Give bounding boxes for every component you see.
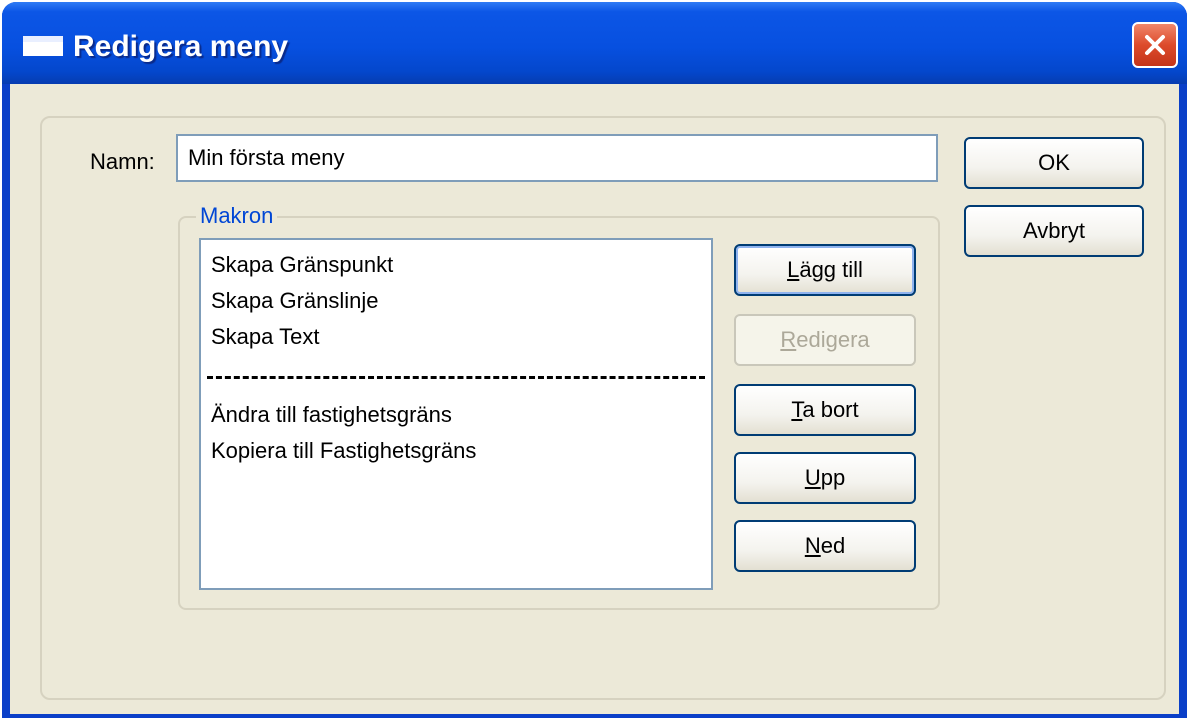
ok-button[interactable]: OK [964,137,1144,189]
list-item[interactable]: Skapa Gränspunkt [211,248,393,282]
remove-button[interactable]: Ta bort [734,384,916,436]
name-label: Namn: [90,149,155,174]
list-item[interactable]: Skapa Text [211,320,319,354]
add-mnemonic: L [787,257,800,282]
cancel-button[interactable]: Avbryt [964,205,1144,257]
edit-mnemonic: R [780,327,797,352]
move-up-button[interactable]: Upp [734,452,916,504]
window-title: Redigera meny [73,30,289,63]
list-item[interactable]: Skapa Gränslinje [211,284,379,318]
close-button[interactable] [1132,22,1178,68]
name-input[interactable] [176,134,938,182]
up-mnemonic: U [804,465,821,490]
up-label: pp [820,465,846,490]
macros-legend: Makron [196,202,278,230]
add-label: ägg till [799,257,863,282]
macros-list[interactable]: Skapa Gränspunkt Skapa Gränslinje Skapa … [199,238,713,590]
edit-label: edigera [796,327,870,352]
remove-label: a bort [802,397,859,422]
window-icon [23,36,63,56]
edit-button[interactable]: Redigera [734,314,916,366]
dialog-client-area: Namn: OK Avbryt Makron Skapa Gränspunkt … [10,84,1179,714]
remove-mnemonic: T [791,397,803,422]
close-icon [1145,35,1165,55]
down-label: ed [820,533,846,558]
list-item[interactable]: Kopiera till Fastighetsgräns [211,434,476,468]
list-separator [207,376,705,379]
add-button[interactable]: Lägg till [734,244,916,296]
title-bar[interactable]: Redigera meny [2,2,1187,84]
list-item[interactable]: Ändra till fastighetsgräns [211,398,452,432]
dialog-window: Redigera meny Namn: OK Avbryt Makron Ska… [2,2,1187,718]
move-down-button[interactable]: Ned [734,520,916,572]
down-mnemonic: N [804,533,821,558]
